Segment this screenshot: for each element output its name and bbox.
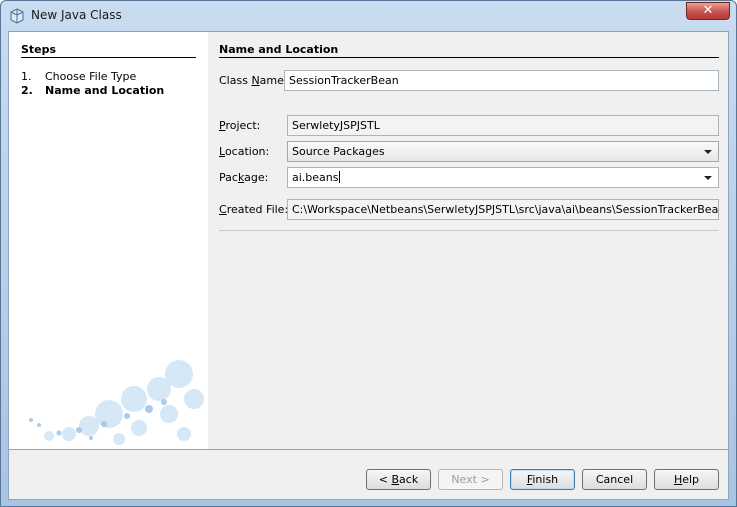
step-label: Name and Location (45, 84, 165, 97)
chevron-down-icon[interactable] (704, 150, 712, 154)
steps-title: Steps (21, 43, 57, 56)
created-file-label: Created File: (219, 203, 289, 216)
package-combo-input[interactable]: ai.beans (287, 167, 719, 188)
step-name-and-location: 2. Name and Location (21, 84, 164, 97)
java-cup-icon (10, 8, 24, 24)
form-separator (219, 230, 719, 231)
location-select[interactable]: Source Packages (287, 141, 719, 162)
cancel-button[interactable]: Cancel (582, 469, 647, 490)
steps-panel: Steps 1. Choose File Type 2. Name and Loca… (9, 32, 208, 449)
form-panel: Name and Location Class Name: SessionTra… (208, 32, 728, 449)
section-title: Name and Location (219, 43, 339, 56)
finish-button[interactable]: Finish (510, 469, 575, 490)
dialog-content: Steps 1. Choose File Type 2. Name and Loca… (8, 31, 729, 500)
chevron-down-icon[interactable] (704, 176, 712, 180)
location-label: Location: (219, 145, 270, 158)
close-icon: ✕ (702, 3, 714, 18)
title-bar[interactable]: New Java Class ✕ (1, 1, 736, 31)
next-button[interactable]: Next > (438, 469, 503, 490)
step-choose-file-type: 1. Choose File Type (21, 70, 136, 83)
close-button[interactable]: ✕ (686, 2, 730, 20)
button-bar-separator (9, 449, 728, 450)
step-label: Choose File Type (45, 70, 137, 83)
back-button[interactable]: < Back (366, 469, 431, 490)
step-number: 1. (21, 70, 32, 83)
help-button[interactable]: Help (654, 469, 719, 490)
text-caret (338, 171, 340, 183)
project-label: Project: (219, 119, 261, 132)
package-label: Package: (219, 171, 269, 184)
class-name-label: Class Name: (219, 74, 288, 87)
window-title: New Java Class (31, 8, 122, 22)
package-value: ai.beans (292, 171, 339, 184)
location-value: Source Packages (292, 145, 385, 158)
class-name-input[interactable]: SessionTrackerBean (284, 70, 719, 91)
project-field: SerwletyJSPJSTL (287, 115, 719, 136)
created-file-field: C:\Workspace\Netbeans\SerwletyJSPJSTL\sr… (287, 199, 719, 220)
dialog-window: New Java Class ✕ Steps 1. Choose File Typ… (0, 0, 737, 507)
steps-divider (21, 57, 196, 58)
step-number: 2. (21, 84, 33, 97)
decorative-bubbles-image (29, 360, 204, 445)
section-divider (219, 57, 719, 58)
